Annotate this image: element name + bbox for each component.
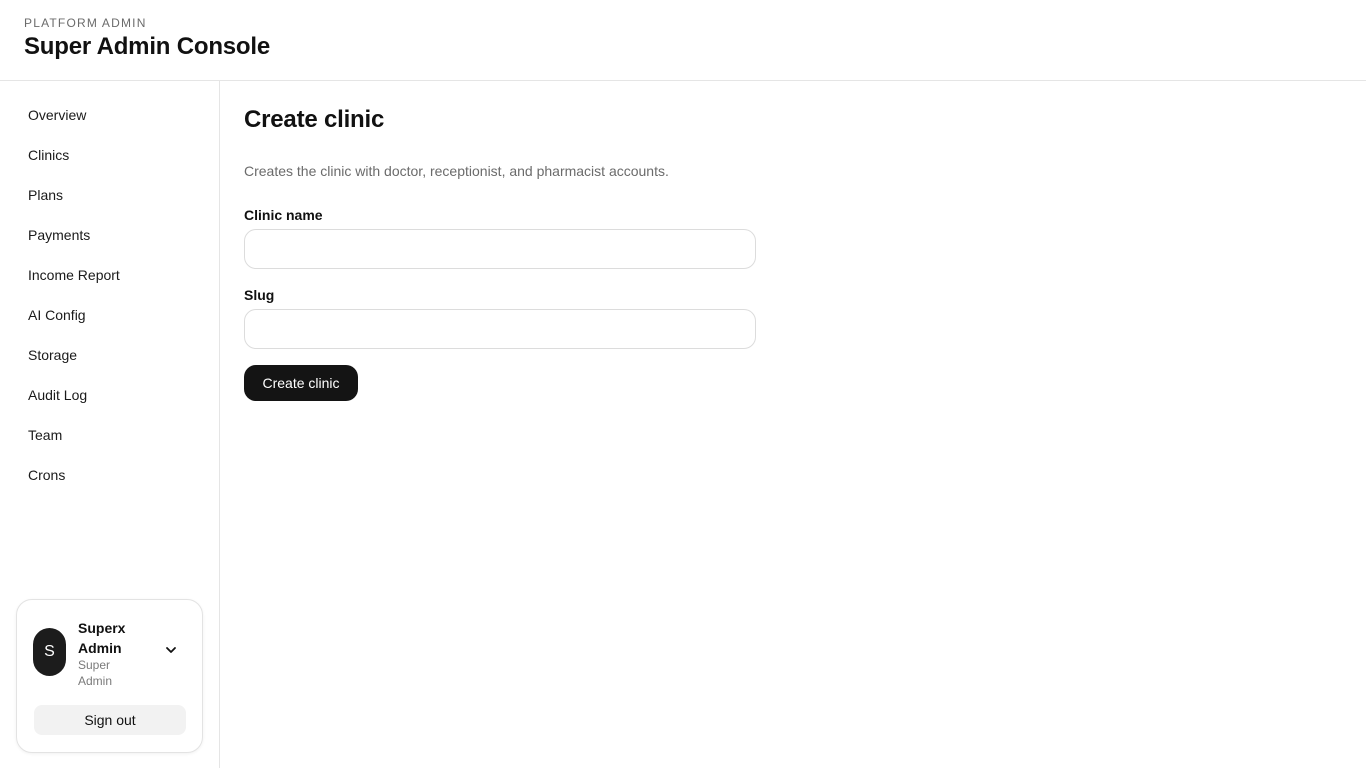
sidebar-item-team[interactable]: Team (0, 415, 219, 455)
app-title: Super Admin Console (24, 33, 270, 60)
sidebar-item-audit-log[interactable]: Audit Log (0, 375, 219, 415)
sidebar-item-payments[interactable]: Payments (0, 215, 219, 255)
sign-out-button[interactable]: Sign out (34, 705, 186, 735)
avatar: S (33, 628, 66, 676)
user-name: Superx Admin (78, 620, 126, 656)
page-description: Creates the clinic with doctor, receptio… (244, 163, 669, 179)
header-eyebrow: PLATFORM ADMIN (24, 16, 147, 30)
sidebar-item-overview[interactable]: Overview (0, 95, 219, 135)
sidebar: Overview Clinics Plans Payments Income R… (0, 81, 220, 768)
clinic-name-input[interactable] (244, 229, 756, 269)
sidebar-item-income-report[interactable]: Income Report (0, 255, 219, 295)
chevron-down-icon[interactable] (163, 642, 179, 658)
main-content: Create clinic Creates the clinic with do… (220, 81, 1366, 768)
user-role: Super Admin (78, 658, 113, 688)
sidebar-item-storage[interactable]: Storage (0, 335, 219, 375)
create-clinic-button[interactable]: Create clinic (244, 365, 358, 401)
top-header: PLATFORM ADMIN Super Admin Console (0, 0, 1366, 81)
sidebar-item-plans[interactable]: Plans (0, 175, 219, 215)
slug-input[interactable] (244, 309, 756, 349)
sidebar-item-ai-config[interactable]: AI Config (0, 295, 219, 335)
slug-label: Slug (244, 287, 275, 303)
sidebar-nav: Overview Clinics Plans Payments Income R… (0, 95, 219, 495)
user-card: S Superx Admin Super Admin Sign out (16, 599, 203, 753)
sidebar-item-crons[interactable]: Crons (0, 455, 219, 495)
clinic-name-label: Clinic name (244, 207, 323, 223)
page-title: Create clinic (244, 106, 385, 133)
sidebar-item-clinics[interactable]: Clinics (0, 135, 219, 175)
